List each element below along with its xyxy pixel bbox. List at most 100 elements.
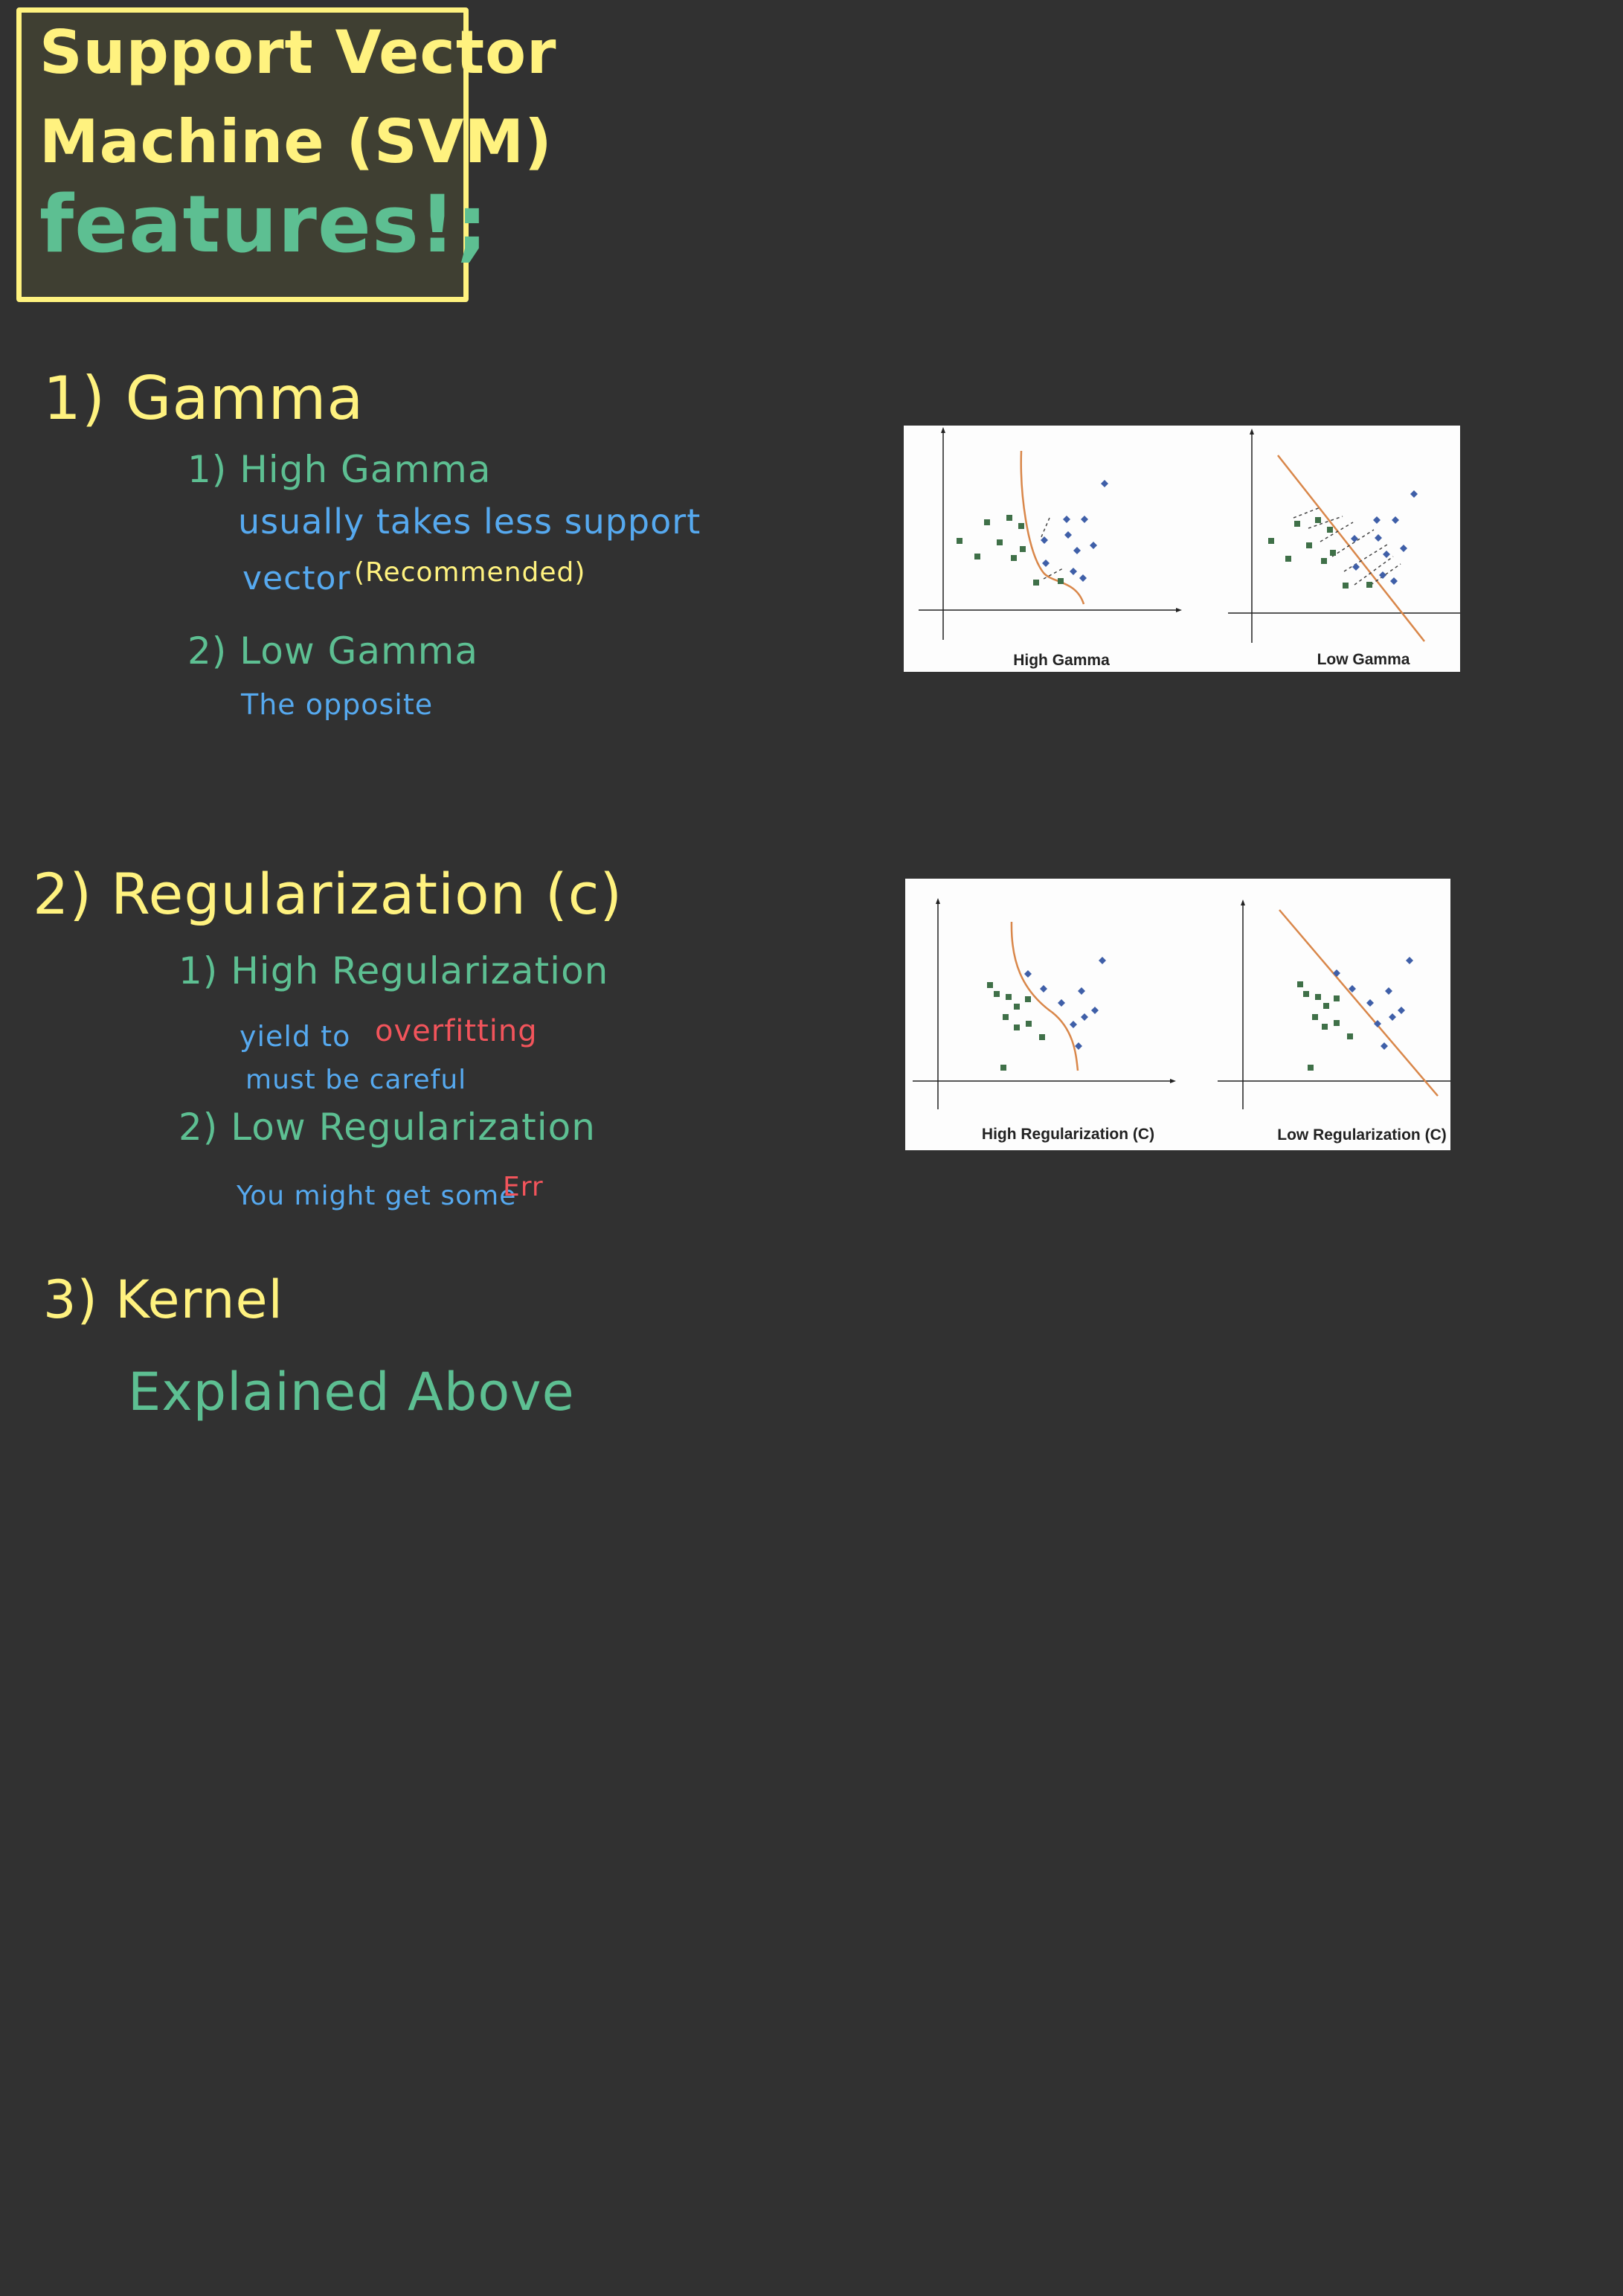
class-b-point: [1390, 577, 1398, 585]
class-a-point: [957, 538, 962, 544]
class-a-point: [1330, 550, 1336, 556]
class-b-point: [1081, 1013, 1088, 1021]
section-heading-regularization: 2) Regularization (c): [33, 861, 623, 927]
decision-boundary: [1020, 450, 1085, 605]
class-b-point: [1375, 534, 1382, 542]
figure-gamma: High Gamma Low Gamma: [904, 426, 1460, 672]
class-a-point: [1334, 1020, 1340, 1026]
class-a-point: [984, 519, 990, 525]
class-a-point: [1025, 996, 1031, 1002]
section-heading-gamma: 1) Gamma: [43, 364, 364, 433]
class-b-point: [1064, 531, 1072, 539]
margin-line: [1293, 507, 1321, 519]
kernel-body: Explained Above: [128, 1362, 575, 1423]
class-a-point: [994, 991, 1000, 997]
class-a-point: [974, 554, 980, 559]
class-a-point: [1323, 1003, 1329, 1009]
caption-low-gamma: Low Gamma: [1317, 651, 1410, 668]
class-b-point: [1041, 536, 1048, 544]
class-a-point: [1058, 578, 1064, 584]
class-a-point: [1294, 521, 1300, 527]
margin-line: [1320, 522, 1354, 542]
class-b-point: [1398, 1007, 1405, 1014]
class-a-point: [1014, 1024, 1020, 1030]
class-a-point: [987, 982, 993, 988]
gamma-figure-svg: High Gamma Low Gamma: [919, 427, 1460, 669]
class-a-point: [1285, 556, 1291, 562]
class-b-point: [1024, 970, 1032, 978]
margin-line: [1043, 568, 1064, 580]
class-b-point: [1058, 999, 1065, 1007]
class-a-point: [1026, 1021, 1032, 1027]
class-b-point: [1091, 1007, 1099, 1014]
class-a-point: [1006, 515, 1012, 521]
axis-arrow: [941, 427, 945, 433]
class-a-point: [1303, 991, 1309, 997]
axis-arrow: [1241, 900, 1245, 905]
axis-arrow: [1176, 608, 1182, 612]
class-b-point: [1351, 535, 1358, 542]
margin-line: [1331, 529, 1375, 557]
class-b-point: [1385, 987, 1392, 995]
note-recommended: (Recommended): [354, 557, 586, 588]
title-line-2: Machine (SVM): [39, 107, 553, 176]
class-b-point: [1373, 516, 1381, 524]
class-a-point: [1322, 1024, 1328, 1030]
class-b-point: [1379, 571, 1386, 579]
class-b-point: [1099, 957, 1106, 964]
item-high-regularization: 1) High Regularization: [179, 949, 609, 993]
caption-low-regularization: Low Regularization (C): [1277, 1126, 1447, 1144]
class-a-point: [1343, 583, 1349, 589]
class-a-point: [1006, 994, 1012, 1000]
axis-arrow: [1170, 1079, 1176, 1083]
class-a-point: [1308, 1065, 1314, 1071]
class-a-point: [1315, 994, 1321, 1000]
margin-line: [1040, 517, 1050, 539]
class-b-point: [1090, 542, 1097, 549]
class-a-point: [1018, 523, 1024, 529]
class-b-point: [1078, 987, 1085, 995]
class-b-point: [1042, 559, 1050, 567]
title-box: Support Vector Machine (SVM) features!;: [16, 7, 556, 302]
class-b-point: [1070, 1021, 1077, 1028]
note-low-gamma: The opposite: [241, 688, 434, 721]
class-a-point: [1297, 981, 1303, 987]
section-heading-kernel: 3) Kernel: [43, 1269, 284, 1330]
class-b-point: [1101, 480, 1108, 487]
class-a-point: [997, 539, 1003, 545]
class-b-point: [1079, 574, 1087, 582]
class-a-point: [1347, 1033, 1353, 1039]
caption-high-gamma: High Gamma: [1013, 652, 1110, 669]
class-a-point: [1033, 580, 1039, 586]
class-b-point: [1063, 516, 1070, 523]
class-b-point: [1389, 1013, 1396, 1021]
class-a-point: [1366, 582, 1372, 588]
class-b-point: [1040, 985, 1047, 993]
note-high-reg-pre: yield to: [240, 1020, 351, 1053]
item-high-gamma: 1) High Gamma: [187, 448, 492, 491]
note-low-reg-pre: You might get some: [237, 1181, 517, 1211]
title-line-1: Support Vector: [39, 18, 557, 87]
class-a-point: [1014, 1004, 1020, 1010]
class-a-point: [1327, 527, 1333, 533]
class-b-point: [1366, 999, 1374, 1007]
class-a-point: [1312, 1014, 1318, 1020]
note-must-be-careful: must be careful: [245, 1065, 467, 1095]
caption-high-regularization: High Regularization (C): [982, 1126, 1154, 1143]
axis-arrow: [1250, 429, 1254, 434]
class-a-point: [1039, 1034, 1045, 1040]
class-b-point: [1352, 563, 1360, 571]
class-b-point: [1383, 551, 1390, 558]
class-a-point: [1268, 538, 1274, 544]
class-a-point: [1003, 1014, 1009, 1020]
note-err: Err: [503, 1172, 544, 1202]
class-a-point: [1011, 555, 1017, 561]
regularization-figure-svg: High Regularization (C) Low Regularizati…: [913, 898, 1450, 1144]
class-b-point: [1070, 568, 1077, 575]
class-b-point: [1081, 516, 1088, 523]
figure-regularization: High Regularization (C) Low Regularizati…: [905, 879, 1450, 1150]
class-b-point: [1075, 1042, 1082, 1050]
note-high-gamma-1: usually takes less support: [238, 501, 701, 542]
margin-line: [1308, 516, 1343, 529]
class-a-point: [1315, 517, 1321, 523]
